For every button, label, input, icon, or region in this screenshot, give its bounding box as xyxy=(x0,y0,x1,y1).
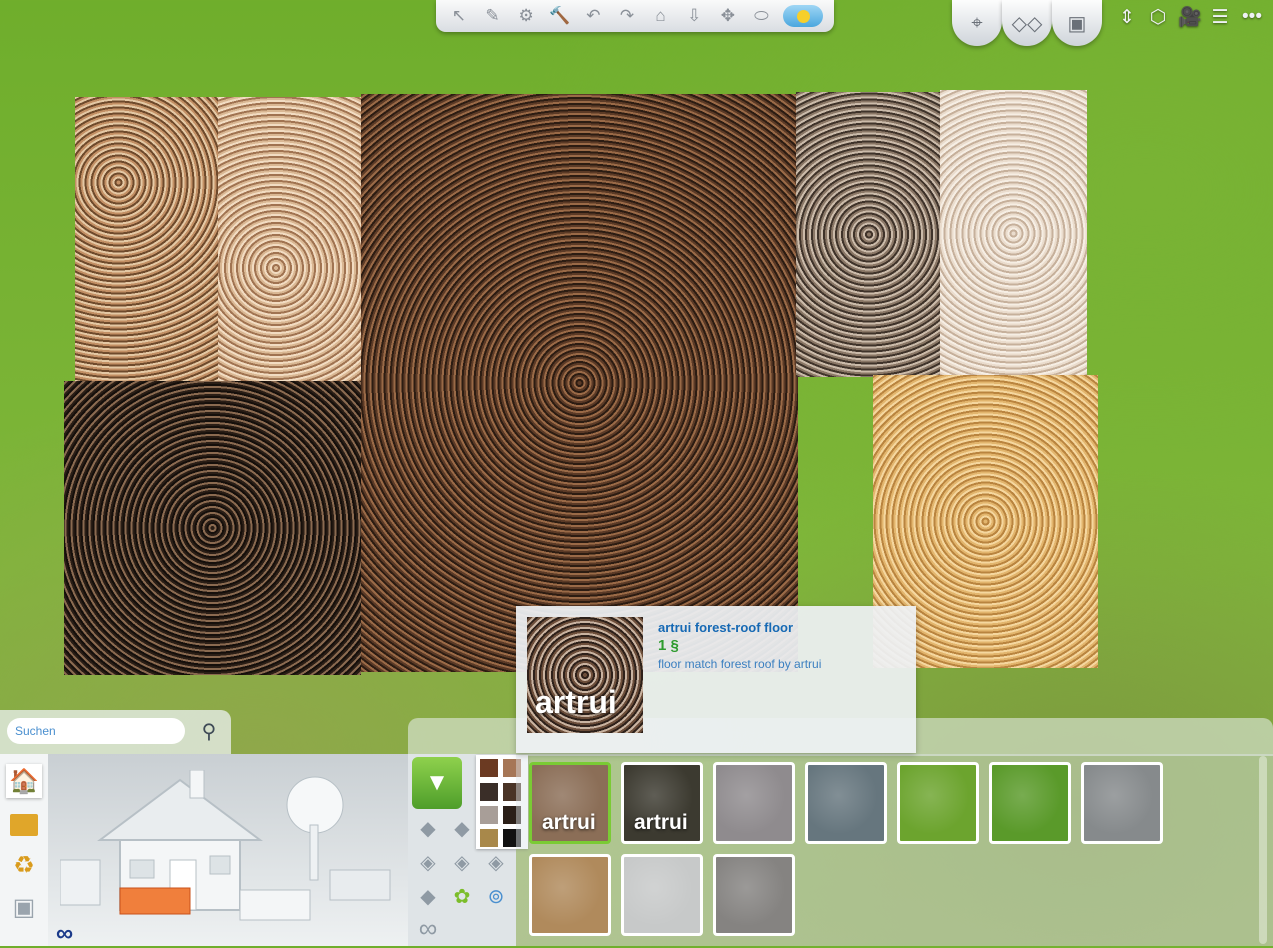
household-icon[interactable]: ◇◇ xyxy=(1002,0,1052,46)
floor-tile[interactable] xyxy=(796,92,942,377)
build-toolbar: ↖ ✎ ⚙ 🔨 ↶ ↷ ⌂ ⇩ ✥ ⬭ xyxy=(436,0,834,32)
floor-tile-triangle-icon[interactable]: ◈ xyxy=(414,848,442,876)
gallery-icon[interactable]: ▣ xyxy=(1052,0,1102,46)
house-icon[interactable]: ⌂ xyxy=(649,5,673,27)
redo-icon[interactable]: ↷ xyxy=(615,5,639,27)
catalog-item[interactable]: artrui xyxy=(529,762,611,844)
color-swatch[interactable] xyxy=(480,783,498,801)
color-swatch[interactable] xyxy=(480,806,498,824)
select-icon[interactable]: ↖ xyxy=(447,5,471,27)
color-swatch[interactable] xyxy=(480,829,498,847)
catalog-item[interactable] xyxy=(805,762,887,844)
floor-paint-icon[interactable]: ▼ xyxy=(412,757,462,809)
design-tool-icon[interactable]: ⚙ xyxy=(514,5,538,27)
floor-tile[interactable] xyxy=(75,97,220,382)
floor-tile-full-icon[interactable]: ◆ xyxy=(414,814,442,842)
unlimited-funds-icon: ∞ xyxy=(56,920,74,947)
catalog-item[interactable] xyxy=(713,854,795,936)
catalog-item[interactable]: artrui xyxy=(621,762,703,844)
catalog-item[interactable] xyxy=(621,854,703,936)
lot-info-icon[interactable]: ⌖ xyxy=(952,0,1002,46)
catalog-item[interactable] xyxy=(713,762,795,844)
tooltip-price: 1 § xyxy=(658,637,679,654)
list-icon[interactable]: ☰ xyxy=(1207,4,1233,30)
floor-room-icon[interactable]: ◆ xyxy=(414,882,442,910)
floor-level-icon[interactable]: ⇩ xyxy=(682,5,706,27)
chair-category-icon[interactable]: ♻ xyxy=(6,848,42,882)
catalog-item-label: artrui xyxy=(634,811,688,834)
move-icon[interactable]: ✥ xyxy=(716,5,740,27)
tooltip-thumb-label: artrui xyxy=(535,684,617,720)
house-category-icon[interactable]: 🏠 xyxy=(6,764,42,798)
video-camera-icon[interactable]: 🎥 xyxy=(1177,4,1203,30)
undo-icon[interactable]: ↶ xyxy=(581,5,605,27)
search-icon[interactable]: ⚲ xyxy=(196,719,222,743)
catalog-item-label: artrui xyxy=(542,811,596,834)
tooltip-title: artrui forest-roof floor xyxy=(658,620,794,635)
sun-icon[interactable] xyxy=(783,5,824,27)
level-up-down-icon[interactable]: ⇕ xyxy=(1114,4,1140,30)
camera-icon[interactable]: ⬭ xyxy=(749,5,773,27)
floor-tile[interactable] xyxy=(361,94,798,672)
floor-tile-diagonal-icon[interactable]: ◈ xyxy=(448,848,476,876)
catalog-item[interactable] xyxy=(529,854,611,936)
floor-bubbles-icon[interactable]: ⊚ xyxy=(482,882,510,910)
floor-tile[interactable] xyxy=(218,97,363,382)
catalog-item[interactable] xyxy=(989,762,1071,844)
more-options-icon[interactable]: ••• xyxy=(1237,4,1267,30)
floor-flowers-icon[interactable]: ✿ xyxy=(448,882,476,910)
eyedropper-icon[interactable]: ✎ xyxy=(480,5,504,27)
catalog-item[interactable] xyxy=(1081,762,1163,844)
box-category-icon[interactable]: ▣ xyxy=(6,890,42,924)
infinity-icon[interactable]: ∞ xyxy=(414,913,442,943)
catalog-scrollbar[interactable] xyxy=(1259,756,1267,944)
floor-tile[interactable] xyxy=(940,90,1087,377)
floor-tile-quarter-icon[interactable]: ◆ xyxy=(448,814,476,842)
tooltip-description: floor match forest roof by artrui xyxy=(658,657,822,671)
house-illustration-icon xyxy=(60,770,391,921)
room-category-icon[interactable] xyxy=(6,808,42,842)
tooltip-thumbnail: artrui xyxy=(527,617,643,733)
cube-icon[interactable]: ⬡ xyxy=(1145,4,1171,30)
search-input[interactable] xyxy=(7,718,185,744)
sledgehammer-icon[interactable]: 🔨 xyxy=(548,5,572,27)
catalog-item[interactable] xyxy=(897,762,979,844)
floor-tile-half-icon[interactable]: ◈ xyxy=(482,848,510,876)
floor-tile[interactable] xyxy=(64,381,361,675)
item-tooltip: artrui artrui forest-roof floor 1 § floo… xyxy=(516,606,916,753)
color-swatch[interactable] xyxy=(480,759,498,777)
